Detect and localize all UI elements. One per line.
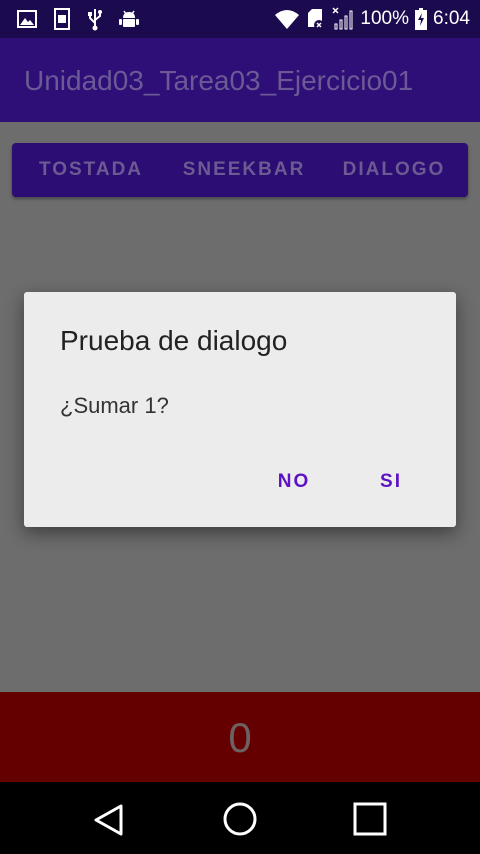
status-right-icons: 100% 6:04 bbox=[274, 7, 470, 31]
usb-icon bbox=[86, 7, 104, 31]
dialog-si-button[interactable]: SI bbox=[370, 464, 412, 500]
status-bar: 100% 6:04 bbox=[0, 0, 480, 38]
counter-panel: 0 bbox=[0, 692, 480, 782]
confirm-dialog: Prueba de dialogo ¿Sumar 1? NO SI bbox=[24, 292, 456, 527]
image-icon bbox=[16, 8, 38, 30]
status-left-icons bbox=[16, 7, 140, 31]
storage-icon bbox=[52, 7, 72, 31]
wifi-icon bbox=[274, 8, 300, 30]
status-time: 6:04 bbox=[433, 8, 470, 29]
dialog-title: Prueba de dialogo bbox=[60, 325, 288, 356]
battery-charging-icon bbox=[415, 8, 428, 30]
recents-icon[interactable] bbox=[350, 800, 390, 840]
dialog-message: ¿Sumar 1? bbox=[60, 393, 169, 418]
dialog-no-button[interactable]: NO bbox=[270, 464, 318, 500]
app-title: Unidad03_Tarea03_Ejercicio01 bbox=[24, 65, 414, 96]
back-icon[interactable] bbox=[89, 800, 129, 840]
home-icon[interactable] bbox=[220, 800, 260, 840]
sd-card-icon bbox=[306, 7, 326, 31]
counter-value: 0 bbox=[228, 714, 252, 761]
navigation-bar bbox=[0, 782, 480, 854]
android-debug-icon bbox=[118, 8, 140, 30]
no-signal-icon bbox=[332, 7, 354, 31]
battery-percent: 100% bbox=[360, 8, 410, 29]
action-button-bar: TOSTADA SNEEKBAR DIALOGO bbox=[12, 143, 468, 197]
sneekbar-button[interactable]: SNEEKBAR bbox=[182, 143, 306, 197]
dialogo-button[interactable]: DIALOGO bbox=[342, 143, 446, 197]
app-bar: Unidad03_Tarea03_Ejercicio01 bbox=[0, 38, 480, 122]
tostada-button[interactable]: TOSTADA bbox=[36, 143, 146, 197]
